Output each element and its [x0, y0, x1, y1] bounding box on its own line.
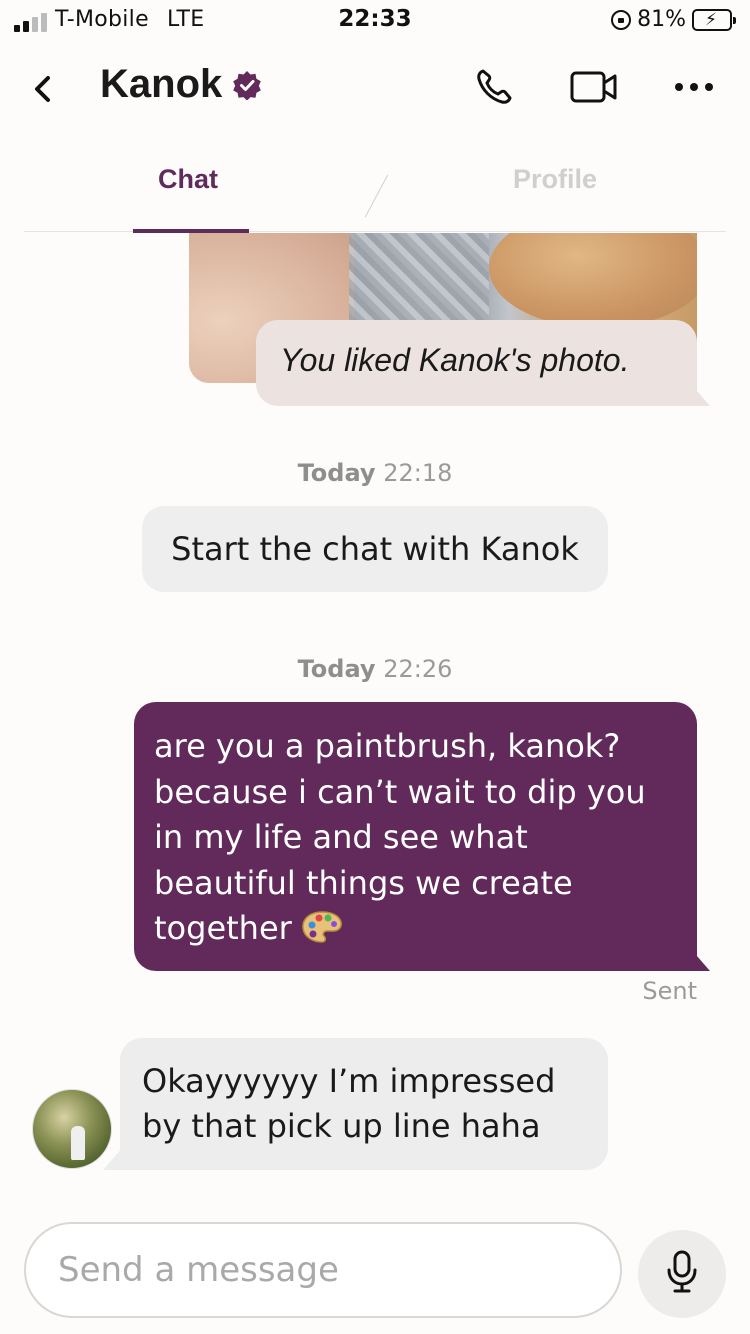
bubble-tail: [690, 948, 710, 971]
timestamp-day: Today: [297, 459, 376, 487]
contact-name: Kanok: [100, 62, 223, 106]
liked-photo-note: You liked Kanok's photo.: [256, 320, 697, 406]
phone-icon[interactable]: [466, 62, 522, 112]
contact-title[interactable]: Kanok: [100, 62, 262, 107]
avatar[interactable]: [32, 1089, 112, 1169]
charging-bolt-icon: ⚡: [705, 9, 717, 30]
message-line: Okayyyyyy I’m impressed: [142, 1062, 556, 1100]
battery-icon: ⚡: [692, 8, 736, 31]
video-icon[interactable]: [566, 62, 622, 112]
more-icon[interactable]: [666, 62, 722, 112]
tab-chat[interactable]: Chat: [158, 164, 218, 195]
tab-profile[interactable]: Profile: [513, 164, 597, 195]
nav-bar: Kanok: [0, 44, 750, 134]
message-line: by that pick up line haha: [142, 1107, 541, 1145]
timestamp: Today 22:26: [0, 655, 750, 683]
composer: [0, 1208, 750, 1334]
message-line: in my life and see what: [154, 818, 528, 856]
message-line: beautiful things we create: [154, 863, 573, 902]
message-line: are you a paintbrush, kanok?: [154, 727, 621, 765]
battery-percent: 81%: [637, 7, 686, 32]
chat-area[interactable]: You liked Kanok's photo. Today 22:18 Sta…: [0, 233, 750, 1208]
photo-cat: [489, 233, 697, 328]
outgoing-message[interactable]: are you a paintbrush, kanok? because i c…: [134, 702, 697, 971]
status-bar: T-Mobile LTE 22:33 81% ⚡: [0, 0, 750, 44]
verified-badge-icon: [232, 70, 262, 101]
tab-divider: [364, 174, 389, 218]
microphone-icon: [665, 1250, 699, 1298]
timestamp-day: Today: [297, 655, 376, 683]
nav-actions: [466, 62, 722, 112]
status-right: 81% ⚡: [611, 7, 736, 32]
bubble-tail: [103, 1147, 123, 1170]
system-message: Start the chat with Kanok: [142, 506, 608, 592]
message-line: because i can’t wait to dip you: [154, 772, 646, 811]
timestamp: Today 22:18: [0, 459, 750, 487]
message-status: Sent: [642, 977, 697, 1005]
message-line-last: together: [154, 906, 677, 958]
orientation-lock-icon: [611, 9, 632, 30]
microphone-button[interactable]: [638, 1230, 726, 1318]
timestamp-time: 22:18: [383, 459, 453, 487]
message-input[interactable]: [24, 1222, 622, 1318]
avatar-figure: [71, 1126, 85, 1160]
timestamp-time: 22:26: [383, 655, 453, 683]
palette-icon: [300, 909, 344, 958]
message-line-text: together: [154, 909, 292, 947]
incoming-message[interactable]: Okayyyyyy I’m impressed by that pick up …: [120, 1038, 608, 1170]
bubble-tail: [690, 383, 710, 406]
tab-bar: Chat Profile: [24, 134, 726, 233]
back-icon[interactable]: [28, 72, 58, 106]
